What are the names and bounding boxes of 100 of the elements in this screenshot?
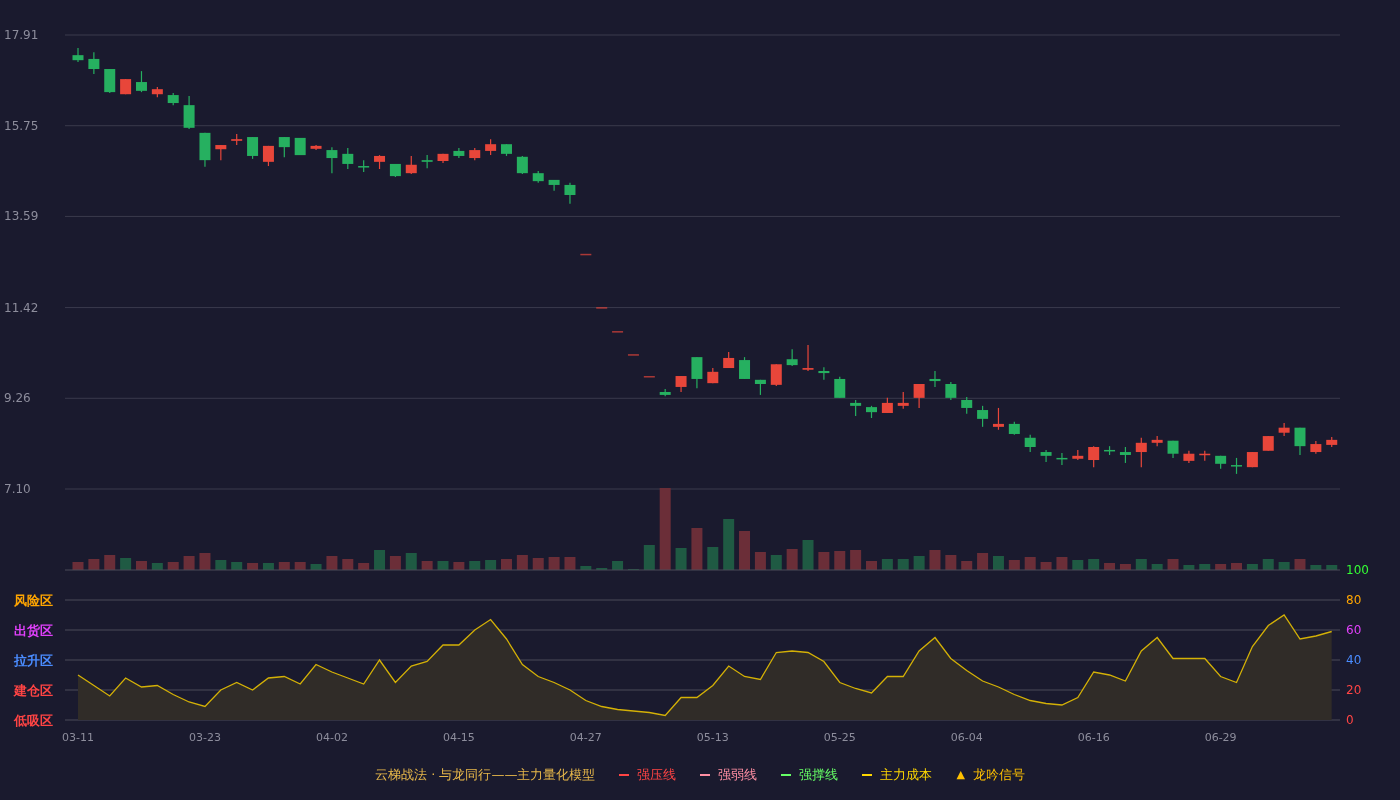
candlestick: [659, 388, 671, 397]
volume-bar: [501, 559, 512, 570]
volume-bar: [1008, 560, 1020, 570]
volume-bar: [151, 563, 163, 570]
candlestick: [247, 136, 259, 160]
candlestick: [834, 376, 846, 399]
volume-bar: [1151, 564, 1163, 570]
volume-bar: [881, 559, 893, 570]
volume-bar: [992, 556, 1004, 570]
candlestick: [913, 383, 925, 409]
candlestick: [151, 86, 163, 98]
volume-bar: [437, 561, 449, 570]
candlestick: [88, 51, 100, 75]
volume-bar: [850, 550, 862, 570]
volume-bar: [1231, 563, 1242, 570]
volume-bar: [516, 555, 528, 570]
volume-bar: [866, 561, 877, 570]
volume-bar: [215, 560, 227, 570]
legend-marker: ▲: [956, 766, 965, 783]
candlestick: [643, 375, 655, 378]
volume-bar: [818, 552, 830, 570]
volume-bar: [1199, 564, 1211, 570]
volume-bar: [929, 550, 941, 570]
volume-bar: [643, 545, 655, 570]
candlestick: [739, 356, 751, 380]
axis-label: 04-02: [315, 731, 348, 744]
candlestick: [897, 391, 909, 410]
zone-label: 风险区: [14, 593, 53, 608]
candlestick: [421, 154, 433, 169]
candlestick: [929, 370, 941, 388]
volume-bar: [262, 563, 274, 570]
volume-bar: [612, 561, 624, 570]
volume-bar: [199, 553, 211, 570]
candlestick: [1119, 446, 1131, 464]
candlestick: [770, 363, 782, 387]
volume-bar: [913, 556, 925, 570]
candlestick: [231, 133, 243, 146]
axis-label: 03-23: [189, 731, 221, 744]
volume-bar: [786, 549, 798, 570]
candlestick: [1167, 440, 1179, 459]
candlestick: [1104, 445, 1116, 456]
axis-label: 06-29: [1204, 731, 1237, 744]
legend-label: 主力成本: [880, 766, 933, 785]
volume-bar: [754, 552, 766, 570]
legend-label: 龙吟信号: [972, 766, 1025, 785]
axis-label: 17.91: [4, 28, 39, 42]
axis-label: 11.42: [4, 300, 39, 315]
volume-bar: [247, 563, 259, 570]
candlestick: [501, 143, 512, 157]
volume-bar: [897, 559, 909, 570]
legend-label: 强压线: [637, 766, 677, 785]
volume-bar: [389, 556, 401, 570]
candlestick: [358, 159, 370, 173]
volume-bar: [1183, 565, 1195, 570]
candlestick: [167, 92, 179, 106]
axis-label: 7.10: [4, 482, 31, 496]
volume-bar: [326, 556, 338, 570]
volume-bar: [374, 550, 386, 570]
volume-bar: [469, 561, 481, 570]
volume-bar: [358, 563, 370, 570]
candlestick: [612, 330, 624, 333]
axis-label: 04-27: [569, 731, 602, 744]
candlestick: [1151, 435, 1163, 447]
candlestick: [548, 179, 560, 192]
candlestick: [342, 147, 354, 170]
candlestick: [786, 348, 798, 367]
candlestick: [1294, 427, 1306, 456]
axis-label: 05-13: [696, 731, 729, 744]
candlestick: [1008, 421, 1020, 436]
volume-bar: [136, 561, 147, 570]
volume-bar: [580, 566, 592, 570]
volume-bar: [739, 531, 751, 570]
candlestick: [294, 137, 306, 156]
candlestick: [1135, 437, 1147, 468]
axis-label: 40: [1346, 653, 1362, 667]
candlestick: [992, 407, 1004, 431]
candlestick: [374, 154, 386, 170]
volume-bar: [1167, 559, 1179, 570]
candlestick: [564, 182, 576, 205]
candlestick: [199, 132, 211, 168]
volume-bar: [548, 557, 560, 570]
candlestick: [437, 153, 449, 164]
candlestick: [310, 144, 322, 151]
candlestick: [120, 78, 132, 95]
volume-bar: [421, 561, 433, 570]
volume-bar: [310, 564, 322, 570]
candlestick: [1088, 445, 1100, 468]
candlestick: [1183, 450, 1195, 464]
candlestick: [532, 170, 544, 184]
axis-label: 03-11: [62, 731, 94, 744]
volume-bar: [1072, 560, 1084, 570]
candlestick: [1278, 422, 1290, 437]
axis-label: 20: [1346, 683, 1362, 697]
volume-bar: [1278, 562, 1290, 570]
candlestick: [1231, 457, 1242, 475]
candlestick: [1310, 440, 1322, 455]
candlestick: [1056, 452, 1068, 466]
axis-label: 06-04: [950, 731, 983, 744]
candlestick: [453, 147, 465, 159]
zone-label: 建仓区: [14, 683, 53, 698]
